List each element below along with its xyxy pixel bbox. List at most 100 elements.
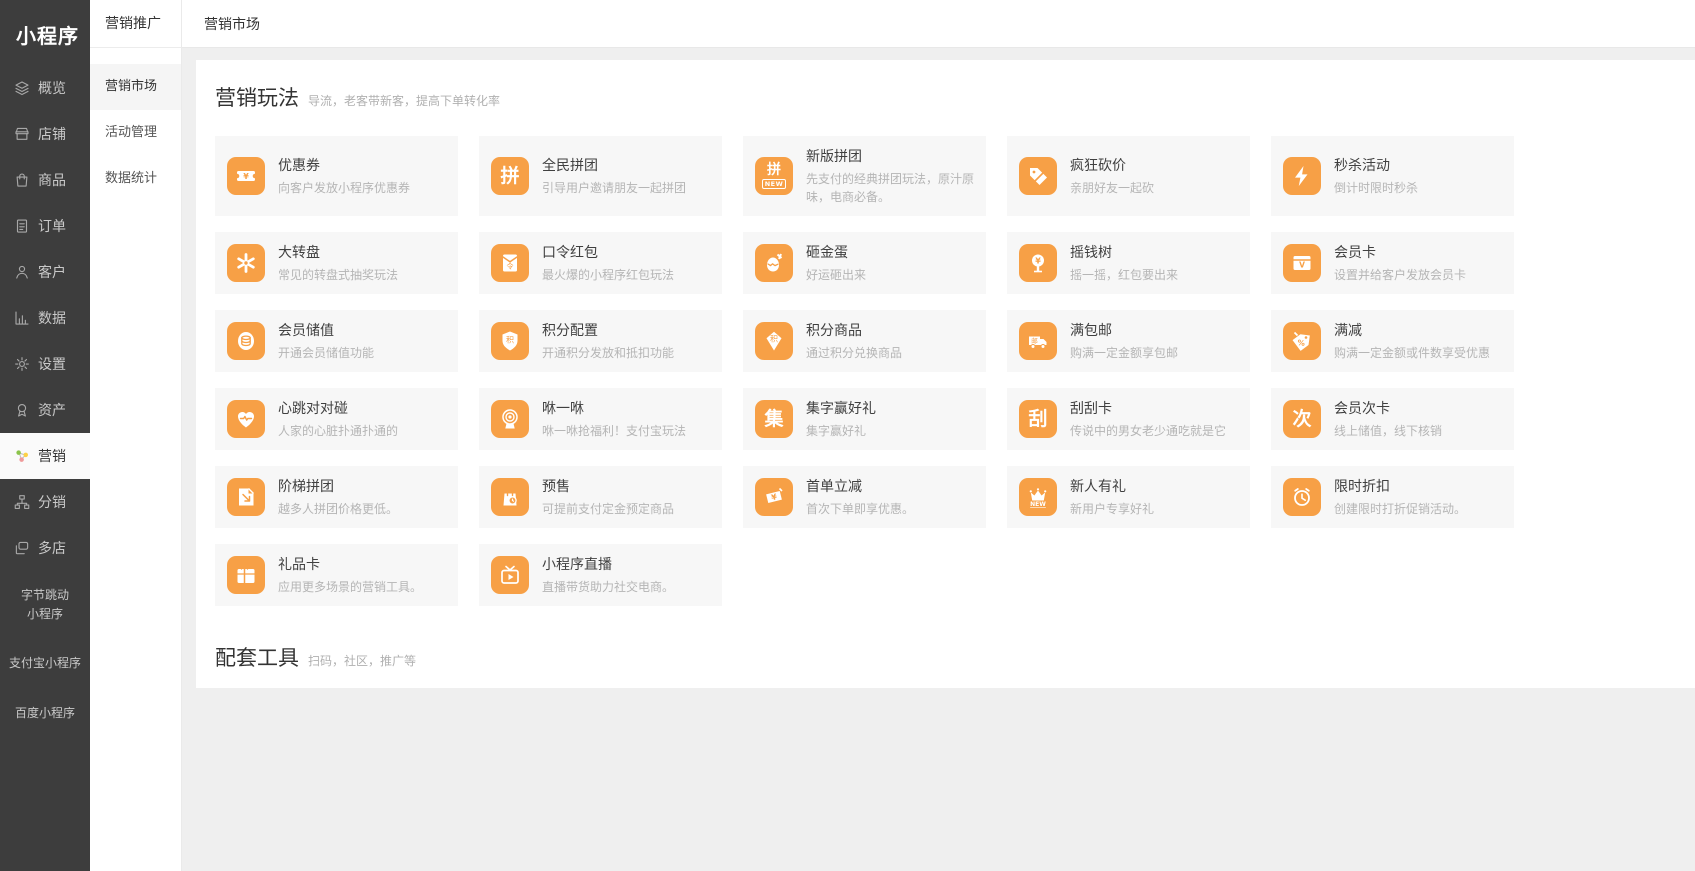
gua-char-icon: 刮 xyxy=(1019,400,1057,438)
sidebar-item-order[interactable]: 订单 xyxy=(0,203,90,249)
feature-card[interactable]: V会员卡设置并给客户发放会员卡 xyxy=(1271,232,1514,294)
feature-card[interactable]: 次会员次卡线上储值，线下核销 xyxy=(1271,388,1514,450)
feature-card[interactable]: 限时折扣创建限时打折促销活动。 xyxy=(1271,466,1514,528)
sidebar-item-label: 客户 xyxy=(38,262,66,282)
money-tree-icon: ¥ xyxy=(1019,244,1057,282)
card-description: 亲朋好友一起砍 xyxy=(1070,179,1154,197)
app-root: 小程序 概览店铺商品订单客户数据设置资产营销分销多店 字节跳动 小程序支付宝小程… xyxy=(0,0,1695,871)
feature-card[interactable]: 集集字赢好礼集字赢好礼 xyxy=(743,388,986,450)
sidebar-item-bytedance-mini[interactable]: 字节跳动 小程序 xyxy=(0,571,90,639)
heartbeat-icon xyxy=(227,400,265,438)
card-title: 疯狂砍价 xyxy=(1070,155,1154,175)
card-title: 阶梯拼团 xyxy=(278,476,398,496)
card-description: 常见的转盘式抽奖玩法 xyxy=(278,266,398,284)
submenu-item-data-statistics[interactable]: 数据统计 xyxy=(90,156,181,202)
sidebar-item-baidu-mini[interactable]: 百度小程序 xyxy=(0,689,90,738)
sidebar-item-goods[interactable]: 商品 xyxy=(0,157,90,203)
discount-tag-icon: % xyxy=(1283,322,1321,360)
svg-text:积: 积 xyxy=(506,335,514,345)
sidebar-item-marketing[interactable]: 营销 xyxy=(0,433,90,479)
card-title: 大转盘 xyxy=(278,242,398,262)
feature-card[interactable]: 积积分配置开通积分发放和抵扣功能 xyxy=(479,310,722,372)
submenu-item-marketing-market[interactable]: 营销市场 xyxy=(90,64,181,110)
card-description: 最火爆的小程序红包玩法 xyxy=(542,266,674,284)
sidebar-item-overview[interactable]: 概览 xyxy=(0,65,90,111)
sidebar-item-data[interactable]: 数据 xyxy=(0,295,90,341)
card-title: 会员储值 xyxy=(278,320,374,340)
submenu-item-activity-manage[interactable]: 活动管理 xyxy=(90,110,181,156)
card-title: 砸金蛋 xyxy=(806,242,866,262)
sidebar-item-customer[interactable]: 客户 xyxy=(0,249,90,295)
section-head: 配套工具 扫码，社区，推广等 xyxy=(215,642,1675,672)
card-description: 购满一定金额或件数享受优惠 xyxy=(1334,344,1490,362)
marketing-share-icon xyxy=(13,447,31,465)
xiu-rings-icon xyxy=(491,400,529,438)
marketing-plays-grid: ¥优惠券向客户发放小程序优惠券拼全民拼团引导用户邀请朋友一起拼团拼NEW新版拼团… xyxy=(215,136,1675,606)
topbar-tab-marketing-market[interactable]: 营销市场 xyxy=(204,14,260,34)
card-description: 传说中的男女老少通吃就是它 xyxy=(1070,422,1226,440)
bargain-tag-icon xyxy=(1019,157,1057,195)
card-title: 积分配置 xyxy=(542,320,674,340)
feature-card[interactable]: 会员储值开通会员储值功能 xyxy=(215,310,458,372)
feature-card[interactable]: 礼品卡应用更多场景的营销工具。 xyxy=(215,544,458,606)
section-title: 配套工具 xyxy=(215,642,299,672)
feature-card[interactable]: 阶梯拼团越多人拼团价格更低。 xyxy=(215,466,458,528)
feature-card[interactable]: 令口令红包最火爆的小程序红包玩法 xyxy=(479,232,722,294)
primary-nav: 概览店铺商品订单客户数据设置资产营销分销多店 xyxy=(0,65,90,571)
customer-icon xyxy=(13,263,31,281)
newcomer-crown-icon: NEW xyxy=(1019,478,1057,516)
card-description: 倒计时限时秒杀 xyxy=(1334,179,1418,197)
sidebar-item-distribution[interactable]: 分销 xyxy=(0,479,90,525)
section-subtitle: 扫码，社区，推广等 xyxy=(308,652,416,669)
feature-card[interactable]: NEW新人有礼新用户专享好礼 xyxy=(1007,466,1250,528)
card-description: 先支付的经典拼团玩法，原汁原味，电商必备。 xyxy=(806,170,974,206)
feature-card[interactable]: 砸金蛋好运砸出来 xyxy=(743,232,986,294)
sidebar-item-asset[interactable]: 资产 xyxy=(0,387,90,433)
sidebar-item-label: 分销 xyxy=(38,492,66,512)
feature-card[interactable]: 刮刮刮卡传说中的男女老少通吃就是它 xyxy=(1007,388,1250,450)
card-description: 应用更多场景的营销工具。 xyxy=(278,578,422,596)
feature-card[interactable]: 大转盘常见的转盘式抽奖玩法 xyxy=(215,232,458,294)
card-title: 首单立减 xyxy=(806,476,914,496)
feature-card[interactable]: 小程序直播直播带货助力社交电商。 xyxy=(479,544,722,606)
section-title: 营销玩法 xyxy=(215,82,299,112)
section-marketing-plays: 营销玩法 导流，老客带新客，提高下单转化率 ¥优惠券向客户发放小程序优惠券拼全民… xyxy=(215,82,1675,606)
golden-egg-icon xyxy=(755,244,793,282)
card-description: 好运砸出来 xyxy=(806,266,866,284)
card-description: 创建限时打折促销活动。 xyxy=(1334,500,1466,518)
feature-card[interactable]: ¥首单立减首次下单即享优惠。 xyxy=(743,466,986,528)
free-shipping-truck-icon: 邮 xyxy=(1019,322,1057,360)
feature-card[interactable]: 积积分商品通过积分兑换商品 xyxy=(743,310,986,372)
sidebar-item-shop[interactable]: 店铺 xyxy=(0,111,90,157)
sidebar-item-label: 设置 xyxy=(38,354,66,374)
sidebar-item-label: 资产 xyxy=(38,400,66,420)
sidebar-item-label: 营销 xyxy=(38,446,66,466)
storefront-icon xyxy=(13,125,31,143)
lucky-wheel-icon xyxy=(227,244,265,282)
sidebar-item-label: 概览 xyxy=(38,78,66,98)
card-title: 心跳对对碰 xyxy=(278,398,398,418)
feature-card[interactable]: 预售可提前支付定金预定商品 xyxy=(479,466,722,528)
feature-card[interactable]: %满减购满一定金额或件数享受优惠 xyxy=(1271,310,1514,372)
order-doc-icon xyxy=(13,217,31,235)
sidebar-item-multistore[interactable]: 多店 xyxy=(0,525,90,571)
feature-card[interactable]: 拼NEW新版拼团先支付的经典拼团玩法，原汁原味，电商必备。 xyxy=(743,136,986,216)
feature-card[interactable]: 拼全民拼团引导用户邀请朋友一起拼团 xyxy=(479,136,722,216)
feature-card[interactable]: 心跳对对碰人家的心脏扑通扑通的 xyxy=(215,388,458,450)
goods-bag-icon xyxy=(13,171,31,189)
feature-card[interactable]: 秒杀活动倒计时限时秒杀 xyxy=(1271,136,1514,216)
marketing-panel: 营销玩法 导流，老客带新客，提高下单转化率 ¥优惠券向客户发放小程序优惠券拼全民… xyxy=(196,60,1695,688)
app-title: 小程序 xyxy=(0,0,90,65)
sidebar-item-alipay-mini[interactable]: 支付宝小程序 xyxy=(0,639,90,688)
feature-card[interactable]: 咻一咻咻一咻抢福利！支付宝玩法 xyxy=(479,388,722,450)
card-title: 咻一咻 xyxy=(542,398,686,418)
sidebar-item-settings[interactable]: 设置 xyxy=(0,341,90,387)
ji-char-icon: 集 xyxy=(755,400,793,438)
ladder-group-icon xyxy=(227,478,265,516)
feature-card[interactable]: 邮满包邮购满一定金额享包邮 xyxy=(1007,310,1250,372)
stored-value-coins-icon xyxy=(227,322,265,360)
feature-card[interactable]: ¥摇钱树摇一摇，红包要出来 xyxy=(1007,232,1250,294)
sidebar-item-label: 多店 xyxy=(38,538,66,558)
feature-card[interactable]: ¥优惠券向客户发放小程序优惠券 xyxy=(215,136,458,216)
feature-card[interactable]: 疯狂砍价亲朋好友一起砍 xyxy=(1007,136,1250,216)
